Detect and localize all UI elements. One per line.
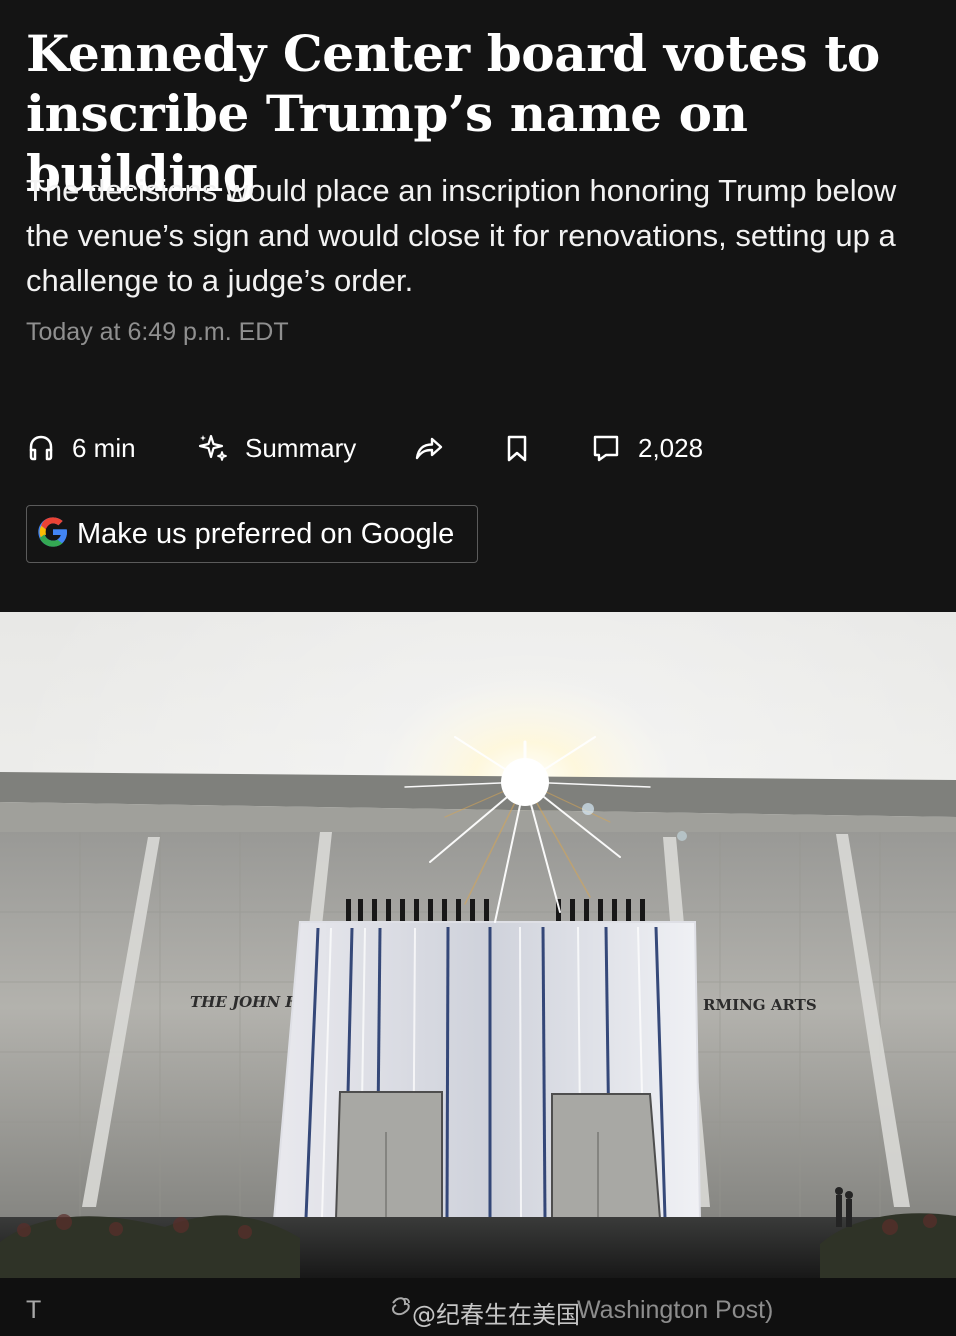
preferred-google-label: Make us preferred on Google	[77, 517, 455, 550]
photo-caption-bar: T @纪春生在美国 Washington Post)	[0, 1278, 956, 1336]
hero-image: THE JOHN F RMING ARTS	[0, 612, 956, 1278]
kennedy-center-photo: THE JOHN F RMING ARTS	[0, 612, 956, 1278]
article-dek: The decisions would place an inscription…	[26, 173, 897, 298]
comments-button[interactable]: 2,028	[590, 428, 703, 468]
bookmark-icon	[502, 433, 532, 463]
bookmark-button[interactable]	[502, 428, 532, 468]
summary-label: Summary	[245, 432, 357, 463]
photo-credit: Washington Post)	[577, 1296, 774, 1324]
sign-left-text: THE JOHN F	[190, 993, 297, 1011]
article-timestamp: Today at 6:49 p.m. EDT	[26, 318, 289, 346]
sparkle-icon	[197, 432, 229, 464]
listen-duration-label: 6 min	[72, 432, 136, 463]
headphones-icon	[26, 433, 56, 463]
caption-prefix: T	[26, 1296, 42, 1324]
sign-right-text: RMING ARTS	[703, 996, 817, 1014]
comment-icon	[590, 432, 622, 464]
preferred-google-button[interactable]: Make us preferred on Google	[26, 505, 478, 563]
article-page: Kennedy Center board votes to inscribe T…	[0, 0, 956, 1336]
share-arrow-icon	[413, 432, 445, 464]
share-button[interactable]	[413, 428, 445, 468]
weibo-icon	[391, 1294, 411, 1318]
listen-button[interactable]: 6 min	[26, 428, 136, 468]
comment-count: 2,028	[638, 432, 704, 463]
summary-button[interactable]: Summary	[197, 428, 356, 468]
watermark-text: @纪春生在美国	[412, 1301, 580, 1329]
google-logo-icon	[37, 516, 69, 553]
